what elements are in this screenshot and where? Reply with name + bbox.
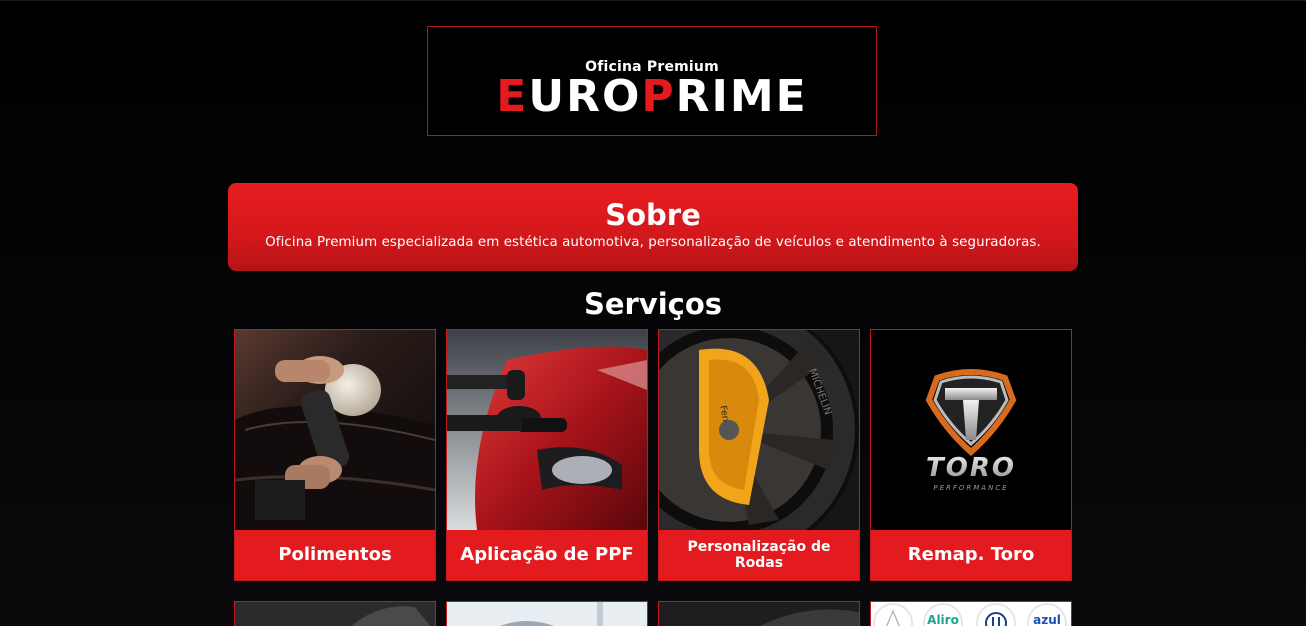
service-card-row2-4[interactable]: Aliro azul	[870, 601, 1072, 626]
about-banner: Sobre Oficina Premium especializada em e…	[228, 183, 1078, 271]
service-card-row2-1[interactable]	[234, 601, 436, 626]
service-photo	[659, 602, 859, 626]
azul-badge: azul	[1027, 603, 1067, 626]
logo-letters-rime: RIME	[675, 71, 808, 122]
service-photo	[447, 602, 647, 626]
toro-sub-wordmark: PERFORMANCE	[933, 484, 1008, 492]
polisher-photo	[235, 330, 435, 530]
allianz-logo-icon	[976, 603, 1016, 626]
about-description: Oficina Premium especializada em estétic…	[265, 235, 1041, 250]
red-car-ppf-photo	[447, 330, 647, 530]
aliro-badge: Aliro	[923, 603, 963, 626]
logo-wordmark: EUROPRIME	[428, 73, 876, 121]
insurance-partners: Aliro azul	[871, 602, 1071, 626]
service-label: Polimentos	[235, 530, 435, 580]
site-logo[interactable]: Oficina Premium EUROPRIME	[427, 26, 877, 136]
service-label: Remap. Toro	[871, 530, 1071, 580]
logo-letter-e: E	[496, 71, 529, 122]
service-card-rodas[interactable]: Ferrari MICHELIN Personalização de Rodas	[658, 329, 860, 581]
services-title: Serviços	[583, 287, 723, 321]
service-card-row2-2[interactable]	[446, 601, 648, 626]
page: Oficina Premium EUROPRIME Sobre Oficina …	[0, 0, 1306, 626]
service-card-polimentos[interactable]: Polimentos	[234, 329, 436, 581]
service-card-ppf[interactable]: Aplicação de PPF	[446, 329, 648, 581]
service-card-row2-3[interactable]	[658, 601, 860, 626]
logo-letter-p: P	[641, 71, 676, 122]
service-label: Personalização de Rodas	[659, 530, 859, 580]
service-label: Aplicação de PPF	[447, 530, 647, 580]
service-card-remap-toro[interactable]: TORO PERFORMANCE Remap. Toro	[870, 329, 1072, 581]
wheel-brake-photo: Ferrari MICHELIN	[659, 330, 859, 530]
toro-performance-logo: TORO PERFORMANCE	[871, 330, 1071, 530]
logo-letters-uro: URO	[528, 71, 642, 122]
service-photo	[235, 602, 435, 626]
toro-wordmark: TORO	[926, 453, 1016, 483]
about-title: Sobre	[605, 198, 701, 232]
triangle-logo-icon	[873, 603, 913, 626]
